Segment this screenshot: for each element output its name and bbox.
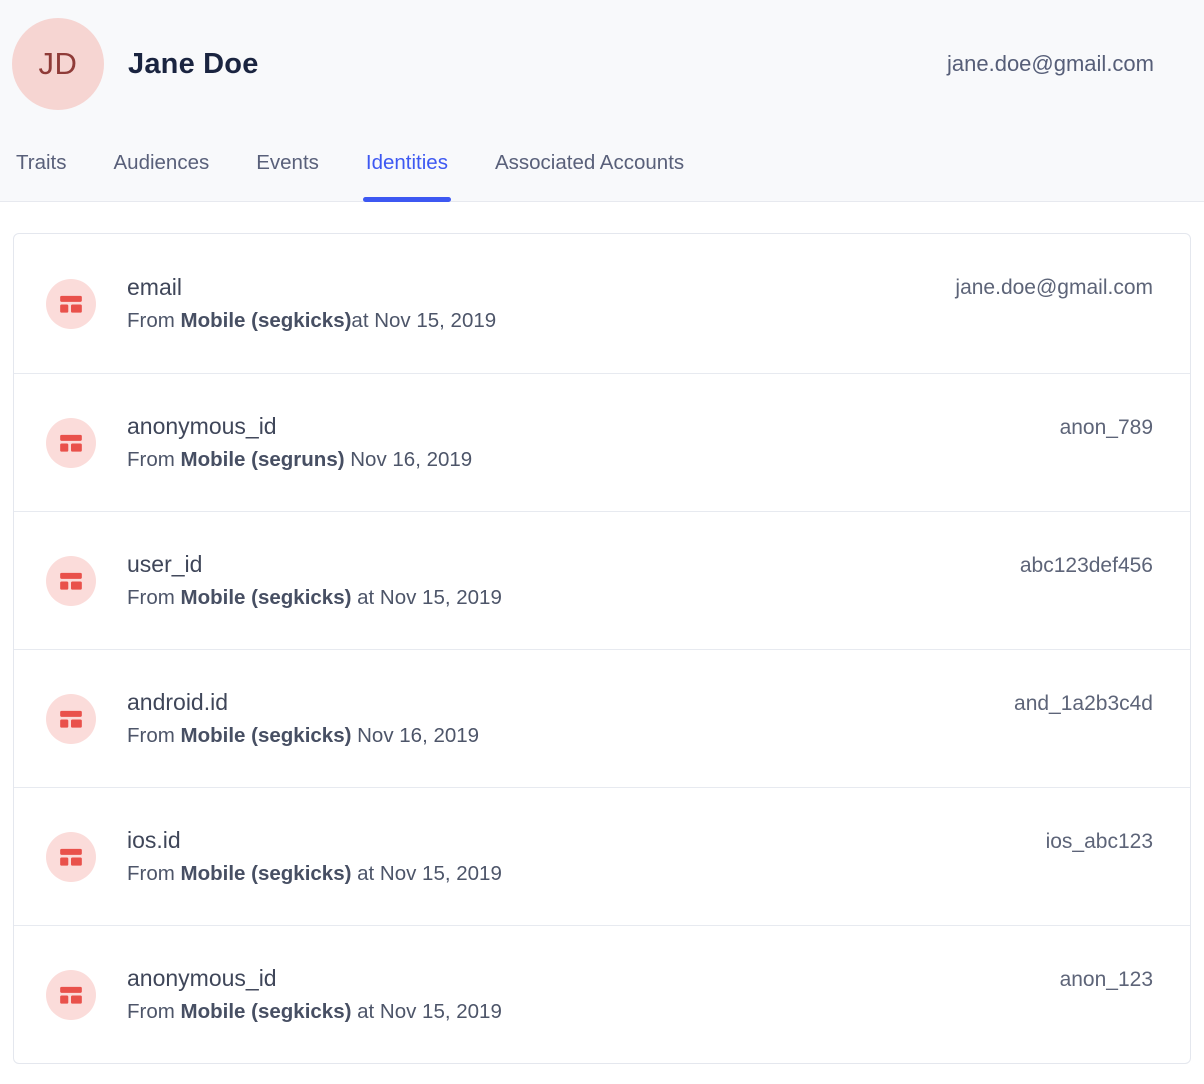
tab-events[interactable]: Events (256, 150, 319, 202)
identity-row: android.id From Mobile (segkicks) Nov 16,… (14, 649, 1190, 787)
identity-source-line: From Mobile (segkicks)at Nov 15, 2019 (127, 307, 496, 334)
tab-identities[interactable]: Identities (366, 150, 448, 202)
identity-name: android.id (127, 688, 479, 717)
identity-name: email (127, 273, 496, 302)
from-text: From (127, 448, 181, 471)
identity-row: ios.id From Mobile (segkicks) at Nov 15, … (14, 787, 1190, 925)
date-text: at Nov 15, 2019 (351, 1000, 501, 1023)
identity-text: anonymous_id From Mobile (segruns) Nov 16… (127, 412, 472, 473)
tab-associated-accounts[interactable]: Associated Accounts (495, 150, 684, 202)
identity-value: anon_123 (1060, 966, 1153, 993)
date-text: at Nov 15, 2019 (351, 309, 496, 332)
identity-value: and_1a2b3c4d (1014, 690, 1153, 717)
identity-name: ios.id (127, 826, 502, 855)
page-body: emailFrom Mobile (segkicks)at Nov 15, 20… (0, 202, 1204, 1064)
layout-grid-icon (46, 970, 96, 1020)
identity-name: anonymous_id (127, 412, 472, 441)
identity-name: anonymous_id (127, 964, 502, 993)
layout-grid-icon (46, 832, 96, 882)
identity-row: email From Mobile (segkicks)at Nov 15, 20… (14, 234, 1190, 373)
date-text: Nov 16, 2019 (351, 724, 479, 747)
from-text: From (127, 724, 181, 747)
identity-row: user_id From Mobile (segkicks) at Nov 15,… (14, 511, 1190, 649)
tab-audiences[interactable]: Audiences (114, 150, 210, 202)
identity-source: Mobile (segkicks) (181, 1000, 352, 1023)
layout-grid-icon (46, 694, 96, 744)
from-text: From (127, 309, 181, 332)
page-title: Jane Doe (128, 48, 259, 81)
identity-row: anonymous_id From Mobile (segkicks) at No… (14, 925, 1190, 1063)
identity-source: Mobile (segkicks) (181, 586, 352, 609)
tab-traits[interactable]: Traits (16, 150, 67, 202)
from-text: From (127, 862, 181, 885)
identity-source: Mobile (segkicks) (181, 862, 352, 885)
identity-text: ios.id From Mobile (segkicks) at Nov 15, … (127, 826, 502, 887)
identity-source-line: From Mobile (segruns) Nov 16, 2019 (127, 446, 472, 473)
layout-grid-icon (46, 418, 96, 468)
identity-text: anonymous_id From Mobile (segkicks) at No… (127, 964, 502, 1025)
identity-source: Mobile (segkicks) (181, 724, 352, 747)
identity-source: Mobile (segkicks) (181, 309, 352, 332)
identity-value: anon_789 (1060, 414, 1153, 441)
profile-header: JD Jane Doe jane.doe@gmail.com Traits Aud… (0, 0, 1204, 202)
identity-name: user_id (127, 550, 502, 579)
date-text: at Nov 15, 2019 (351, 586, 501, 609)
identity-source: Mobile (segruns) (181, 448, 345, 471)
profile-email: jane.doe@gmail.com (947, 51, 1154, 77)
identity-source-line: From Mobile (segkicks) at Nov 15, 2019 (127, 584, 502, 611)
avatar: JD (12, 18, 104, 110)
tab-bar: Traits Audiences Events Identities Associate… (0, 150, 700, 202)
identity-value: abc123def456 (1020, 552, 1153, 579)
identity-text: android.id From Mobile (segkicks) Nov 16,… (127, 688, 479, 749)
identity-value: ios_abc123 (1046, 828, 1153, 855)
date-text: at Nov 15, 2019 (351, 862, 501, 885)
identity-source-line: From Mobile (segkicks) at Nov 15, 2019 (127, 998, 502, 1025)
from-text: From (127, 1000, 181, 1023)
identity-text: email From Mobile (segkicks)at Nov 15, 20… (127, 273, 496, 334)
layout-grid-icon (46, 279, 96, 329)
identity-row: anonymous_id From Mobile (segruns) Nov 16… (14, 373, 1190, 511)
date-text: Nov 16, 2019 (345, 448, 473, 471)
layout-grid-icon (46, 556, 96, 606)
identity-text: user_id From Mobile (segkicks) at Nov 15,… (127, 550, 502, 611)
profile-header-top: JD Jane Doe jane.doe@gmail.com (0, 0, 1204, 110)
identity-value: jane.doe@gmail.com (955, 274, 1153, 301)
identities-card: emailFrom Mobile (segkicks)at Nov 15, 20… (13, 233, 1191, 1064)
identity-source-line: From Mobile (segkicks) at Nov 15, 2019 (127, 860, 502, 887)
identity-source-line: From Mobile (segkicks) Nov 16, 2019 (127, 722, 479, 749)
from-text: From (127, 586, 181, 609)
